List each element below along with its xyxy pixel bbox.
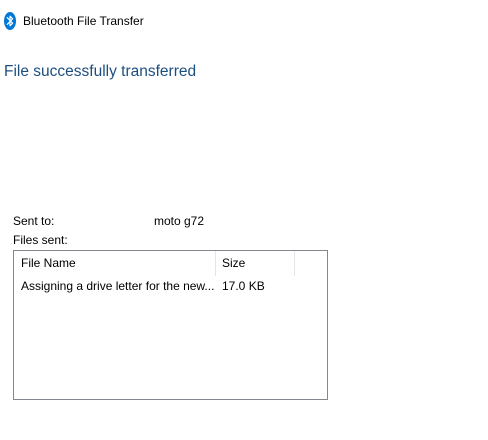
files-sent-list[interactable]: File Name Size Assigning a drive letter … (13, 250, 328, 400)
bluetooth-icon (4, 12, 16, 30)
column-divider[interactable] (294, 251, 295, 276)
column-header-file-name[interactable]: File Name (14, 251, 215, 276)
title-bar: Bluetooth File Transfer (0, 0, 488, 42)
list-header: File Name Size (14, 251, 327, 276)
list-item[interactable]: Assigning a drive letter for the new... … (14, 276, 327, 296)
file-size-cell: 17.0 KB (222, 279, 265, 293)
file-name-cell: Assigning a drive letter for the new... (21, 279, 215, 293)
transfer-status-heading: File successfully transferred (4, 63, 197, 80)
sent-to-label: Sent to: (13, 214, 55, 228)
column-header-size[interactable]: Size (215, 251, 294, 276)
sent-to-device-name: moto g72 (154, 214, 205, 228)
files-sent-label: Files sent: (13, 233, 68, 247)
bluetooth-file-transfer-window: Bluetooth File Transfer File successfull… (0, 0, 488, 440)
window-title: Bluetooth File Transfer (23, 14, 144, 28)
